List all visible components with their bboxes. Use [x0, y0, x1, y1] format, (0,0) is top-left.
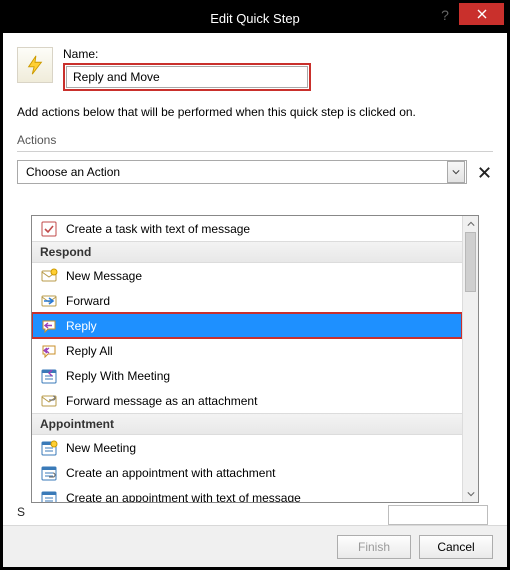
dropdown-item[interactable]: Reply All: [32, 338, 462, 363]
reply-all-icon: [40, 342, 58, 360]
chevron-up-icon: [467, 220, 475, 228]
remove-action-button[interactable]: [475, 163, 493, 181]
chevron-down-icon: [452, 168, 460, 176]
reply-icon: [40, 317, 58, 335]
scroll-down-button[interactable]: [463, 486, 478, 502]
appt-text-icon: [40, 489, 58, 503]
scroll-thumb[interactable]: [465, 232, 476, 292]
dropdown-item-label: Reply All: [66, 344, 113, 358]
window-title: Edit Quick Step: [210, 11, 300, 26]
dropdown-item-label: Forward: [66, 294, 110, 308]
action-combo-text: Choose an Action: [18, 165, 447, 179]
name-highlight: [63, 63, 311, 91]
actions-divider: [17, 151, 493, 152]
x-icon: [477, 165, 492, 180]
name-input[interactable]: [66, 66, 308, 88]
scroll-track[interactable]: [463, 232, 478, 486]
dropdown-item-label: Reply With Meeting: [66, 369, 170, 383]
close-button[interactable]: [459, 3, 504, 25]
dropdown-group-header: Appointment: [32, 413, 462, 435]
dropdown-item[interactable]: Create an appointment with attachment: [32, 460, 462, 485]
quickstep-icon[interactable]: [17, 47, 53, 83]
titlebar: Edit Quick Step ?: [3, 3, 507, 33]
appt-attach-icon: [40, 464, 58, 482]
chevron-down-icon: [467, 490, 475, 498]
dropdown-item[interactable]: Reply With Meeting: [32, 363, 462, 388]
dropdown-item[interactable]: New Meeting: [32, 435, 462, 460]
forward-icon: [40, 292, 58, 310]
lightning-icon: [24, 54, 46, 76]
dropdown-item-label: Forward message as an attachment: [66, 394, 257, 408]
dropdown-item[interactable]: Forward message as an attachment: [32, 388, 462, 413]
name-label: Name:: [63, 47, 493, 61]
action-dropdown: Create a task with text of message Respon…: [31, 215, 479, 503]
dropdown-group-header: Respond: [32, 241, 462, 263]
forward-attach-icon: [40, 392, 58, 410]
action-combo-button[interactable]: [447, 161, 465, 183]
finish-button[interactable]: Finish: [337, 535, 411, 559]
dropdown-item-label: Create an appointment with text of messa…: [66, 491, 301, 503]
dropdown-item[interactable]: Create a task with text of message: [32, 216, 462, 241]
dropdown-item-label: Reply: [66, 319, 97, 333]
dropdown-item-label: Create a task with text of message: [66, 222, 250, 236]
dialog-footer: Finish Cancel: [3, 525, 507, 567]
dropdown-item[interactable]: Create an appointment with text of messa…: [32, 485, 462, 502]
dropdown-item-label: Create an appointment with attachment: [66, 466, 275, 480]
action-combo[interactable]: Choose an Action: [17, 160, 467, 184]
close-icon: [477, 9, 487, 19]
create-task-icon: [40, 220, 58, 238]
new-message-icon: [40, 267, 58, 285]
help-button[interactable]: ?: [433, 7, 457, 23]
actions-label: Actions: [17, 133, 493, 147]
scroll-up-button[interactable]: [463, 216, 478, 232]
obscured-input[interactable]: [388, 505, 488, 525]
dropdown-item-label: New Message: [66, 269, 142, 283]
new-meeting-icon: [40, 439, 58, 457]
scrollbar[interactable]: [462, 216, 478, 502]
hint-text: Add actions below that will be performed…: [17, 105, 493, 119]
dropdown-item[interactable]: Reply: [32, 313, 462, 338]
reply-meeting-icon: [40, 367, 58, 385]
cancel-button[interactable]: Cancel: [419, 535, 493, 559]
dropdown-item[interactable]: New Message: [32, 263, 462, 288]
dropdown-item[interactable]: Forward: [32, 288, 462, 313]
dropdown-item-label: New Meeting: [66, 441, 136, 455]
